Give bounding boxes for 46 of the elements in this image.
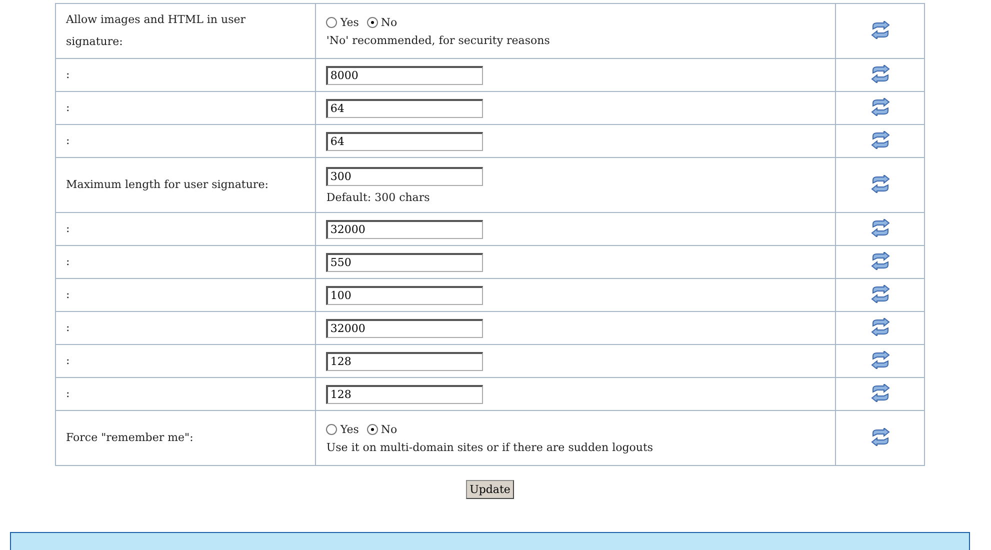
radio-label: Yes — [340, 16, 359, 28]
input-field[interactable]: 8000 — [326, 66, 484, 84]
setting-label: : — [66, 321, 70, 334]
update-button[interactable]: Update — [466, 480, 514, 499]
input-field[interactable]: 32000 — [326, 318, 484, 338]
refresh-icon[interactable] — [870, 350, 890, 368]
setting-note: Default: 300 chars — [326, 190, 431, 204]
setting-label: : — [66, 222, 70, 235]
input-field[interactable]: 128 — [326, 352, 484, 370]
refresh-icon[interactable] — [870, 318, 890, 336]
setting-label: Maximum length for user signature: — [66, 178, 268, 191]
input-field[interactable]: 64 — [326, 98, 484, 118]
refresh-icon[interactable] — [870, 174, 890, 192]
radio-label: No — [380, 16, 398, 28]
radio-button[interactable] — [326, 424, 338, 434]
refresh-icon[interactable] — [870, 64, 890, 82]
refresh-icon[interactable] — [870, 428, 890, 446]
input-field[interactable]: 64 — [326, 132, 484, 150]
setting-label: Allow images and HTML in user signature: — [66, 13, 246, 48]
refresh-icon[interactable] — [870, 384, 890, 402]
input-field[interactable]: 300 — [326, 166, 484, 186]
input-field[interactable]: 128 — [326, 384, 484, 404]
setting-label: : — [66, 101, 70, 114]
input-field[interactable]: 100 — [326, 286, 484, 304]
refresh-icon[interactable] — [870, 20, 890, 38]
setting-label: : — [66, 354, 70, 367]
refresh-icon[interactable] — [870, 130, 890, 148]
refresh-icon[interactable] — [870, 218, 890, 236]
setting-label: Force "remember me": — [66, 431, 194, 444]
setting-label: : — [66, 288, 70, 301]
radio-label: Yes — [340, 422, 359, 436]
refresh-icon[interactable] — [870, 284, 890, 302]
radio-button[interactable] — [366, 424, 378, 434]
setting-note: Use it on multi-domain sites or if there are sudden logouts — [326, 440, 654, 454]
setting-label: : — [66, 134, 70, 147]
setting-label: : — [66, 68, 70, 81]
setting-note: 'No' recommended, for security reasons — [326, 34, 551, 46]
radio-label: No — [380, 422, 398, 436]
refresh-icon[interactable] — [870, 252, 890, 270]
refresh-icon[interactable] — [870, 98, 890, 116]
input-field[interactable]: 550 — [326, 252, 484, 272]
radio-button[interactable] — [326, 16, 338, 28]
setting-label: : — [66, 255, 70, 268]
setting-label: : — [66, 387, 70, 400]
radio-button[interactable] — [366, 16, 378, 28]
input-field[interactable]: 32000 — [326, 220, 484, 238]
